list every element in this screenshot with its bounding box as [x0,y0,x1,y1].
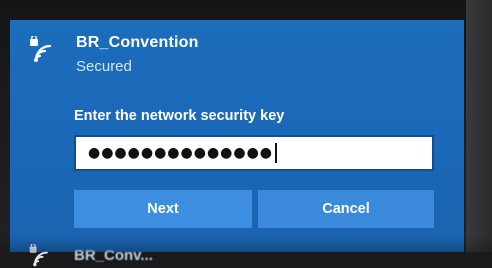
security-key-value: ●●●●●●●●●●●●●● [88,145,274,161]
network-status: Secured [76,58,132,75]
wifi-secured-icon [30,36,52,62]
security-key-input[interactable]: ●●●●●●●●●●●●●● [74,135,434,171]
network-name: BR_Convention [76,34,199,51]
monitor-bezel [466,0,492,252]
security-key-label: Enter the network security key [74,108,285,124]
list-item-next-network[interactable]: BR_Conv... [28,242,153,268]
cancel-button[interactable]: Cancel [258,190,434,228]
wifi-secured-icon [29,244,48,267]
text-caret [275,143,278,163]
next-button[interactable]: Next [74,190,252,228]
network-text: BR_Convention Secured [76,34,199,75]
network-header[interactable]: BR_Convention Secured [28,34,199,75]
wifi-connect-panel: BR_Convention Secured Enter the network … [10,20,464,267]
next-network-name: BR_Conv... [74,246,153,264]
